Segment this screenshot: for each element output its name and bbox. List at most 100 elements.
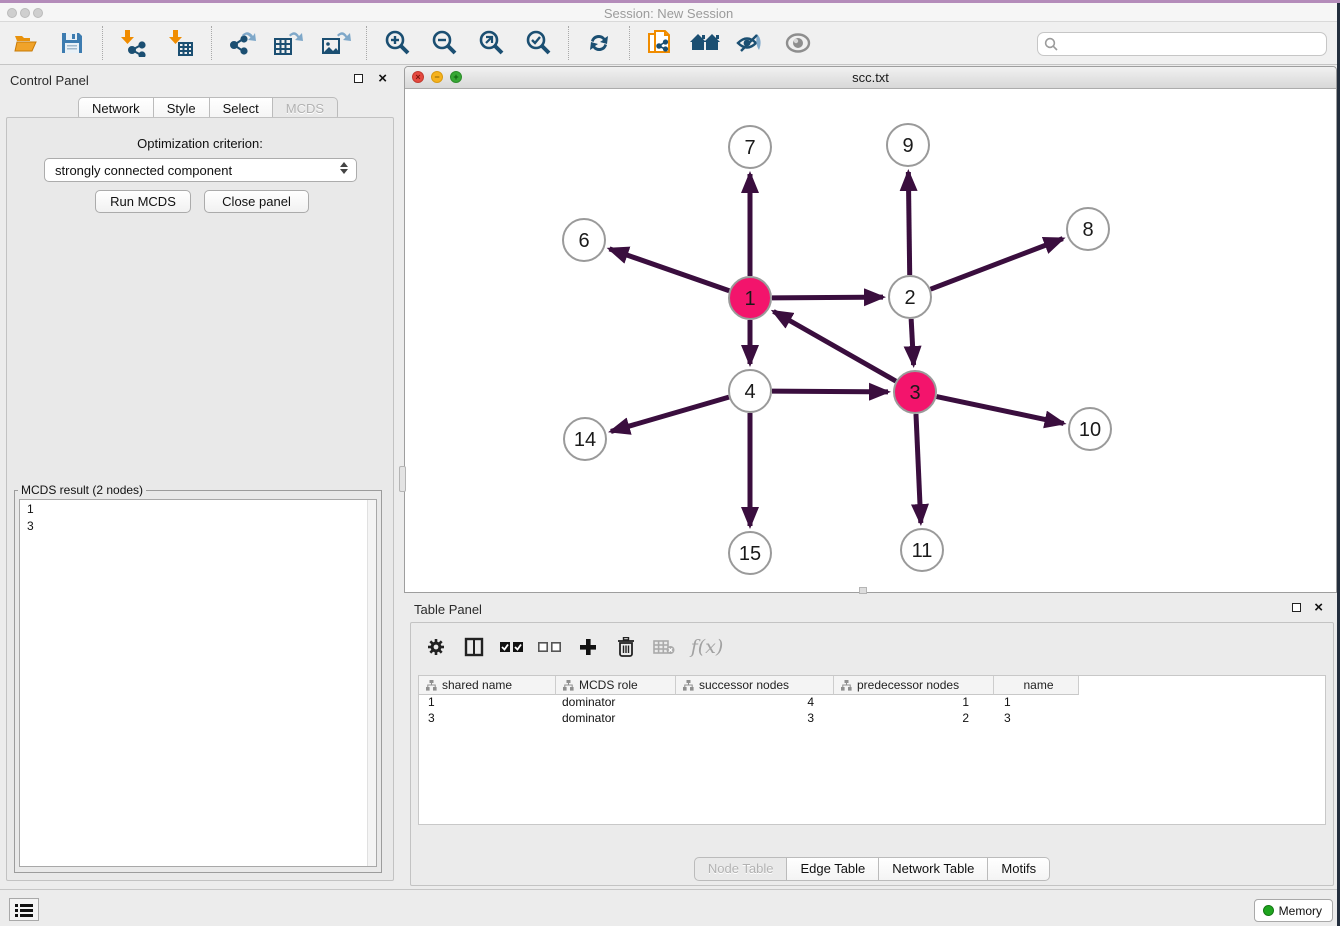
search-field[interactable] (1037, 32, 1327, 56)
column-header-name[interactable]: name (994, 676, 1079, 695)
attribute-icon (683, 680, 694, 691)
edge-4-3[interactable] (772, 391, 888, 392)
column-header-mcds-role[interactable]: MCDS role (556, 676, 676, 695)
column-header-successor-nodes[interactable]: successor nodes (676, 676, 834, 695)
result-line: 1 (20, 500, 376, 517)
cell-successor-nodes[interactable]: 3 (676, 711, 834, 727)
attribute-icon (563, 680, 574, 691)
canvas-resize-handle[interactable] (859, 587, 867, 594)
close-panel-icon[interactable]: × (378, 74, 387, 84)
table-toolbar: f(x) (417, 627, 731, 667)
edge-3-10[interactable] (937, 397, 1064, 424)
edge-3-11[interactable] (916, 414, 921, 523)
columns-icon[interactable] (459, 632, 489, 662)
edge-2-9[interactable] (908, 172, 909, 275)
dropdown-spinner-icon (340, 162, 348, 174)
node-table[interactable]: shared name MCDS role successor nodes pr… (418, 675, 1326, 825)
edge-2-8[interactable] (931, 239, 1063, 290)
show-panel-icon[interactable] (782, 27, 814, 59)
cell-predecessor-nodes[interactable]: 2 (834, 711, 994, 727)
toolbar-separator (102, 26, 103, 60)
delete-table-icon[interactable] (649, 632, 679, 662)
edge-4-14[interactable] (611, 397, 729, 431)
cell-shared-name[interactable]: 3 (419, 711, 556, 727)
node-label-1: 1 (744, 288, 755, 310)
export-image-icon[interactable] (320, 27, 352, 59)
node-label-9: 9 (902, 135, 913, 157)
network-window-titlebar[interactable]: × − + scc.txt (405, 67, 1336, 89)
cell-name[interactable]: 3 (994, 711, 1079, 727)
gear-icon[interactable] (421, 632, 451, 662)
memory-button[interactable]: Memory (1254, 899, 1333, 922)
tab-edge-table[interactable]: Edge Table (787, 857, 879, 881)
memory-label: Memory (1279, 904, 1322, 918)
zoom-fit-icon[interactable] (475, 27, 507, 59)
memory-status-icon (1263, 905, 1274, 916)
add-column-icon[interactable] (573, 632, 603, 662)
run-mcds-button[interactable]: Run MCDS (95, 190, 191, 213)
open-file-icon[interactable] (10, 27, 42, 59)
float-table-panel-icon[interactable] (1292, 603, 1301, 612)
tab-network-table[interactable]: Network Table (879, 857, 988, 881)
cell-mcds-role[interactable]: dominator (556, 695, 676, 711)
result-scrollbar[interactable] (367, 500, 376, 866)
optimization-criterion-dropdown[interactable]: strongly connected component (44, 158, 357, 182)
function-builder-icon[interactable]: f(x) (687, 632, 727, 662)
home-icon[interactable] (689, 27, 721, 59)
node-label-3: 3 (909, 382, 920, 404)
mcds-result-list[interactable]: 1 3 (19, 499, 377, 867)
edge-1-2[interactable] (772, 297, 883, 298)
refresh-icon[interactable] (583, 27, 615, 59)
close-table-panel-icon[interactable]: × (1314, 603, 1323, 613)
node-label-14: 14 (574, 429, 596, 451)
column-header-shared-name[interactable]: shared name (419, 676, 556, 695)
node-label-11: 11 (912, 540, 933, 562)
cell-mcds-role[interactable]: dominator (556, 711, 676, 727)
hide-panel-icon[interactable] (734, 27, 766, 59)
table-header-row: shared name MCDS role successor nodes pr… (419, 676, 1325, 695)
panel-splitter-handle[interactable] (399, 466, 406, 492)
window-titlebar: Session: New Session (0, 3, 1337, 22)
tab-node-table[interactable]: Node Table (694, 857, 788, 881)
mcds-tab-content: Optimization criterion: strongly connect… (6, 117, 394, 881)
edge-1-6[interactable] (609, 249, 729, 291)
window-title: Session: New Session (0, 6, 1337, 21)
clone-network-icon[interactable] (644, 27, 676, 59)
table-row[interactable]: 1 dominator 4 1 1 (419, 695, 1325, 711)
export-network-icon[interactable] (226, 27, 258, 59)
zoom-out-icon[interactable] (428, 27, 460, 59)
import-network-icon[interactable] (117, 27, 149, 59)
node-label-6: 6 (578, 230, 589, 252)
network-canvas[interactable]: 7968124314101511 (405, 89, 1336, 592)
search-input[interactable] (1037, 32, 1327, 56)
float-panel-icon[interactable] (354, 74, 363, 83)
delete-icon[interactable] (611, 632, 641, 662)
save-session-icon[interactable] (56, 27, 88, 59)
node-label-2: 2 (904, 287, 915, 309)
network-title: scc.txt (405, 70, 1336, 85)
toolbar-separator (366, 26, 367, 60)
table-panel-title: Table Panel (414, 602, 482, 617)
status-bar: Memory (0, 889, 1337, 926)
task-history-button[interactable] (9, 898, 39, 921)
select-all-icon[interactable] (497, 632, 527, 662)
export-table-icon[interactable] (272, 27, 304, 59)
zoom-in-icon[interactable] (381, 27, 413, 59)
import-table-icon[interactable] (165, 27, 197, 59)
deselect-all-icon[interactable] (535, 632, 565, 662)
cell-predecessor-nodes[interactable]: 1 (834, 695, 994, 711)
table-row[interactable]: 3 dominator 3 2 3 (419, 711, 1325, 727)
edge-2-3[interactable] (911, 319, 913, 365)
column-header-predecessor-nodes[interactable]: predecessor nodes (834, 676, 994, 695)
network-view-window: × − + scc.txt 7968124314101511 (404, 66, 1337, 593)
cell-successor-nodes[interactable]: 4 (676, 695, 834, 711)
tab-motifs[interactable]: Motifs (988, 857, 1050, 881)
mcds-result-title: MCDS result (2 nodes) (18, 483, 146, 497)
main-toolbar (0, 22, 1337, 65)
cell-shared-name[interactable]: 1 (419, 695, 556, 711)
zoom-selected-icon[interactable] (522, 27, 554, 59)
close-panel-button[interactable]: Close panel (204, 190, 309, 213)
node-label-7: 7 (744, 137, 755, 159)
edge-3-1[interactable] (773, 311, 895, 381)
cell-name[interactable]: 1 (994, 695, 1079, 711)
